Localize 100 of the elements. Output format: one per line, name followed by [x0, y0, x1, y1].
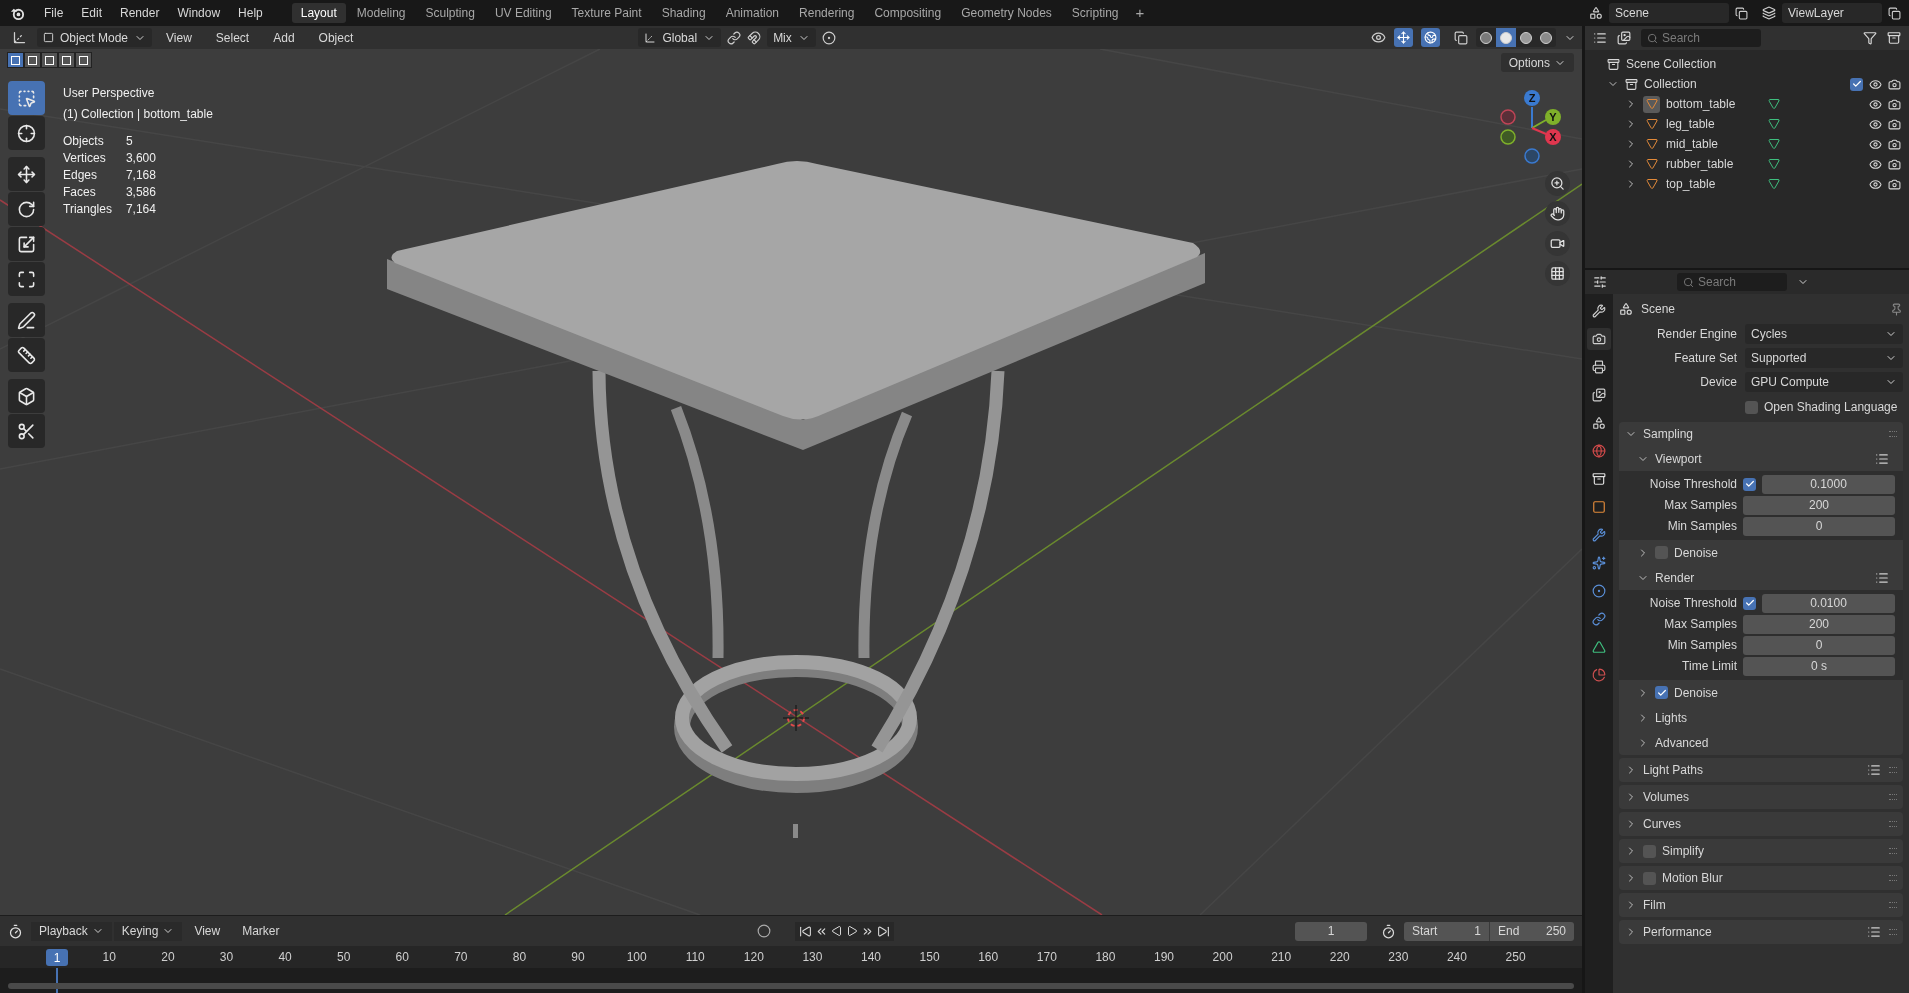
play-reverse-icon[interactable] — [830, 925, 843, 937]
tree-item[interactable]: Collection — [1644, 74, 1697, 94]
select-mode-button[interactable] — [58, 52, 75, 68]
add-workspace-button[interactable]: + — [1129, 1, 1151, 25]
menu-item[interactable]: Window — [168, 4, 230, 22]
menu-item[interactable]: Render — [111, 4, 169, 22]
negative-axis-handle[interactable] — [1500, 109, 1516, 125]
options-dropdown[interactable]: Options — [1500, 53, 1574, 72]
workspace-tab[interactable]: Layout — [291, 3, 346, 23]
start-frame-field[interactable]: Start 1 — [1404, 921, 1489, 941]
tool-button[interactable] — [8, 338, 45, 372]
menu-dropdown[interactable]: Keying — [113, 921, 183, 941]
drag-handle-icon[interactable] — [1889, 821, 1897, 827]
presets-icon[interactable] — [1875, 570, 1889, 585]
drag-handle-icon[interactable] — [1889, 902, 1897, 908]
number-field[interactable]: 0 — [1743, 516, 1895, 536]
menu-item[interactable]: File — [35, 4, 73, 22]
number-field[interactable]: 0.1000 — [1762, 474, 1895, 494]
copy-icon[interactable] — [1735, 6, 1748, 20]
scene-icon[interactable] — [1589, 6, 1603, 20]
camera-icon[interactable] — [1888, 137, 1901, 151]
checkbox[interactable] — [1743, 477, 1756, 491]
eye-icon[interactable] — [1869, 77, 1882, 91]
drag-handle-icon[interactable] — [1889, 848, 1897, 854]
presets-icon[interactable] — [1867, 925, 1881, 939]
shading-mode-button[interactable] — [1496, 28, 1516, 47]
checkbox[interactable] — [1743, 596, 1756, 610]
editor-type-icon[interactable] — [12, 30, 27, 45]
negative-axis-handle[interactable] — [1500, 129, 1516, 145]
menu-item[interactable]: Marker — [232, 922, 290, 940]
tool-button[interactable] — [8, 116, 45, 150]
eye-icon[interactable] — [1869, 157, 1882, 171]
menu-item[interactable]: View — [156, 28, 202, 47]
workspace-tab[interactable]: Texture Paint — [562, 3, 651, 23]
select-mode-button[interactable] — [24, 52, 41, 68]
workspace-tab[interactable]: UV Editing — [485, 3, 561, 23]
axis-handle[interactable]: Y — [1545, 109, 1561, 125]
dropdown[interactable]: Supported — [1745, 348, 1903, 368]
xray-icon[interactable] — [1454, 30, 1468, 45]
panel-title[interactable]: Motion Blur — [1662, 869, 1723, 887]
workspace-tab[interactable]: Animation — [716, 3, 789, 23]
proportional-edit-icon[interactable] — [821, 30, 836, 45]
play-icon[interactable] — [845, 925, 858, 937]
copy-icon[interactable] — [1888, 6, 1901, 20]
camera-icon[interactable] — [1888, 77, 1901, 91]
panel-title[interactable]: Light Paths — [1643, 761, 1704, 779]
select-mode-button[interactable] — [7, 52, 24, 68]
tool-button[interactable] — [8, 414, 45, 448]
filter-icon[interactable] — [1863, 31, 1877, 45]
snapping-dropdown[interactable]: Mix — [767, 28, 816, 47]
presets-icon[interactable] — [1867, 763, 1881, 777]
tool-button[interactable] — [8, 227, 45, 261]
negative-axis-handle[interactable] — [1524, 148, 1540, 164]
orientation-dropdown[interactable]: Global — [638, 28, 722, 47]
workspace-tab[interactable]: Shading — [652, 3, 715, 23]
search-field[interactable]: Search — [1641, 29, 1761, 47]
tree-item[interactable]: mid_table — [1666, 134, 1762, 154]
workspace-tab[interactable]: Rendering — [790, 3, 864, 23]
workspace-tab[interactable]: Scripting — [1062, 3, 1128, 23]
tree-item[interactable]: Scene Collection — [1626, 54, 1717, 74]
layers-icon[interactable] — [1762, 6, 1776, 20]
menu-item[interactable]: Add — [263, 28, 305, 47]
eye-icon[interactable] — [1869, 137, 1882, 151]
panel-title[interactable]: Volumes — [1643, 788, 1690, 806]
panel-title[interactable]: Performance — [1643, 923, 1712, 941]
dropdown[interactable]: Cycles — [1745, 324, 1903, 344]
scrollbar[interactable] — [8, 983, 1574, 989]
tool-button[interactable] — [8, 192, 45, 226]
checkbox[interactable] — [1655, 546, 1668, 559]
filter-mode-icon[interactable] — [1617, 31, 1631, 45]
tree-item[interactable]: rubber_table — [1666, 154, 1762, 174]
drag-handle-icon[interactable] — [1889, 431, 1897, 437]
subpanel-title[interactable]: Advanced — [1655, 733, 1709, 752]
subpanel-title[interactable]: Lights — [1655, 708, 1688, 727]
presets-icon[interactable] — [1875, 451, 1889, 466]
camera-icon[interactable] — [1888, 157, 1901, 171]
eye-icon[interactable] — [1869, 97, 1882, 111]
camera-icon[interactable] — [1545, 231, 1570, 256]
camera-icon[interactable] — [1888, 117, 1901, 131]
overlay-toggle[interactable] — [1421, 28, 1440, 47]
pivot-icon[interactable] — [727, 30, 742, 45]
mode-dropdown[interactable]: Object Mode — [37, 28, 153, 47]
drag-handle-icon[interactable] — [1889, 767, 1897, 773]
grid-icon[interactable] — [1545, 261, 1570, 286]
workspace-tab[interactable]: Compositing — [865, 3, 951, 23]
eye-icon[interactable] — [1869, 117, 1882, 131]
subpanel-title[interactable]: Render — [1655, 568, 1695, 587]
panel-title[interactable]: Curves — [1643, 815, 1681, 833]
search-field[interactable]: Search — [1677, 273, 1787, 291]
scene-field[interactable]: Scene — [1609, 3, 1729, 23]
axis-handle[interactable]: X — [1545, 129, 1561, 145]
drag-handle-icon[interactable] — [1889, 794, 1897, 800]
subpanel-title[interactable]: Denoise — [1674, 683, 1719, 702]
end-frame-field[interactable]: End 250 — [1489, 921, 1574, 941]
drag-handle-icon[interactable] — [1889, 875, 1897, 881]
dropdown[interactable]: GPU Compute — [1745, 372, 1903, 392]
workspace-tab[interactable]: Modeling — [347, 3, 415, 23]
hand-icon[interactable] — [1545, 201, 1570, 226]
panel-title[interactable]: Simplify — [1662, 842, 1704, 860]
tree-item[interactable]: bottom_table — [1666, 94, 1762, 114]
